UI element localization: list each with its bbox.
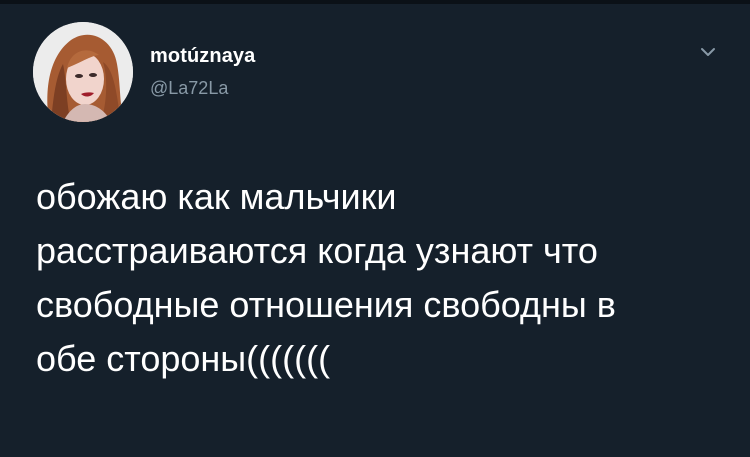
top-border	[0, 0, 750, 4]
tweet-text: обожаю как мальчики расстраиваются когда…	[36, 176, 616, 379]
display-name[interactable]: motúznaya	[150, 44, 255, 68]
tweet-card: motúznaya @La72La обожаю как мальчики ра…	[0, 0, 750, 457]
tweet-menu-button[interactable]	[696, 40, 720, 64]
chevron-down-icon	[701, 48, 715, 56]
avatar[interactable]	[33, 22, 133, 122]
user-handle[interactable]: @La72La	[150, 76, 255, 100]
profile-photo-icon	[33, 22, 133, 122]
tweet-header: motúznaya @La72La	[150, 44, 255, 100]
